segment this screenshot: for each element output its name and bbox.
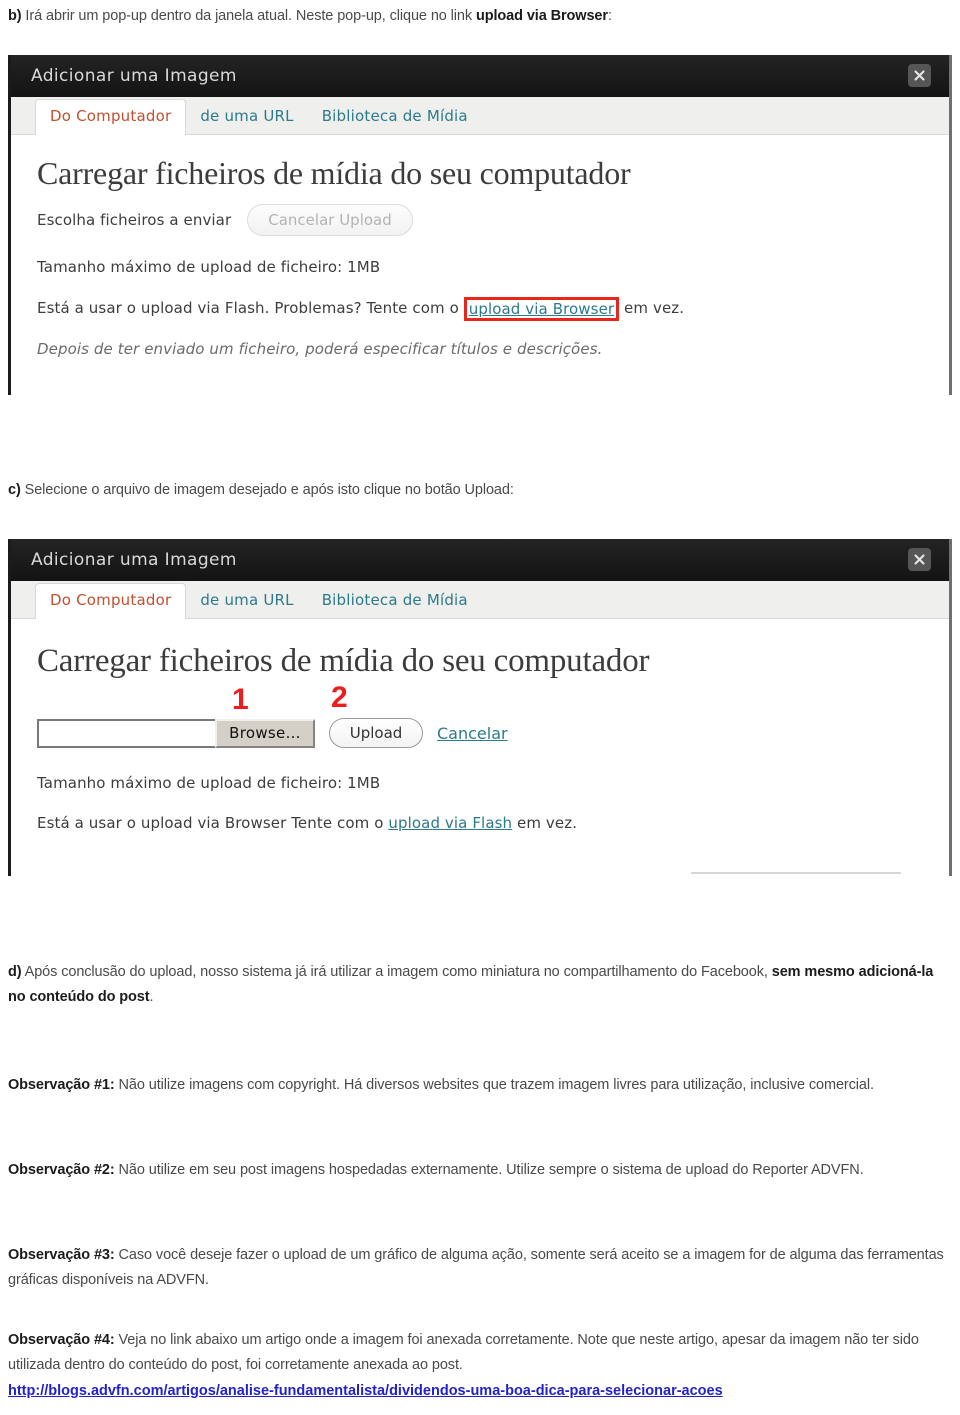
observacao-4: Observação #4: Veja no link abaixo um ar… xyxy=(8,1328,948,1378)
upload-via-browser-link[interactable]: upload via Browser xyxy=(469,300,614,318)
cancel-link[interactable]: Cancelar xyxy=(437,724,508,743)
step-b-marker: b) xyxy=(8,8,22,24)
step-d-paragraph: d) Após conclusão do upload, nosso siste… xyxy=(8,960,948,1010)
close-icon[interactable] xyxy=(908,548,931,571)
step-b-text-before: Irá abrir um pop-up dentro da janela atu… xyxy=(21,8,476,24)
observacao-3: Observação #3: Caso você deseje fazer o … xyxy=(8,1243,948,1293)
observacao-3-label: Observação #3: xyxy=(8,1247,115,1263)
close-icon[interactable] xyxy=(908,64,931,87)
observacao-2-text: Não utilize em seu post imagens hospedad… xyxy=(114,1162,864,1178)
upload-button[interactable]: Upload xyxy=(329,718,423,748)
upload-via-flash-link[interactable]: upload via Flash xyxy=(388,814,512,832)
max-upload-size-text: Tamanho máximo de upload de ficheiro: 1M… xyxy=(37,258,381,276)
step-d-text-before: Após conclusão do upload, nosso sistema … xyxy=(21,964,772,980)
tab-do-computador[interactable]: Do Computador xyxy=(35,583,187,619)
max-upload-size-text: Tamanho máximo de upload de ficheiro: 1M… xyxy=(37,774,381,792)
dialog-tabs: Do Computador de uma URL Biblioteca de M… xyxy=(11,581,949,619)
flash-notice-before: Está a usar o upload via Flash. Problema… xyxy=(37,299,464,317)
dialog-title: Adicionar uma Imagem xyxy=(31,66,237,86)
step-b-bold-link-name: upload via Browser xyxy=(475,8,608,24)
file-upload-row: Browse… Upload Cancelar xyxy=(37,718,949,748)
upload-footnote: Depois de ter enviado um ficheiro, poder… xyxy=(37,340,603,358)
callout-number-1: 1 xyxy=(232,683,249,716)
tab-biblioteca-de-midia[interactable]: Biblioteca de Mídia xyxy=(308,100,482,134)
step-c-text: Selecione o arquivo de imagem desejado e… xyxy=(20,482,514,498)
browser-notice: Está a usar o upload via Browser Tente c… xyxy=(37,814,949,832)
step-c-marker: c) xyxy=(8,482,21,498)
dialog-heading: Carregar ficheiros de mídia do seu compu… xyxy=(37,155,631,191)
dialog-titlebar: Adicionar uma Imagem xyxy=(11,539,949,581)
tab-biblioteca-de-midia[interactable]: Biblioteca de Mídia xyxy=(308,584,482,618)
dialog-body: Carregar ficheiros de mídia do seu compu… xyxy=(11,619,949,874)
dialog-body: Carregar ficheiros de mídia do seu compu… xyxy=(11,135,949,358)
observacao-4-label: Observação #4: xyxy=(8,1332,115,1348)
flash-notice: Está a usar o upload via Flash. Problema… xyxy=(37,296,949,321)
choose-files-row: Escolha ficheiros a enviar Cancelar Uplo… xyxy=(37,204,949,236)
observacao-1-label: Observação #1: xyxy=(8,1077,115,1093)
cancel-upload-button[interactable]: Cancelar Upload xyxy=(247,204,413,236)
add-image-dialog-flash: Adicionar uma Imagem Do Computador de um… xyxy=(8,55,952,395)
browser-notice-after: em vez. xyxy=(512,814,578,832)
dialog-titlebar: Adicionar uma Imagem xyxy=(11,55,949,97)
browse-button[interactable]: Browse… xyxy=(215,718,315,748)
step-c-paragraph: c) Selecione o arquivo de imagem desejad… xyxy=(8,478,948,503)
add-image-dialog-browser: Adicionar uma Imagem Do Computador de um… xyxy=(8,539,952,876)
observacao-3-text: Caso você deseje fazer o upload de um gr… xyxy=(8,1247,944,1288)
tab-de-uma-url[interactable]: de uma URL xyxy=(186,584,307,618)
dialog-tabs: Do Computador de uma URL Biblioteca de M… xyxy=(11,97,949,135)
article-link[interactable]: http://blogs.advfn.com/artigos/analise-f… xyxy=(8,1383,723,1399)
dialog-heading: Carregar ficheiros de mídia do seu compu… xyxy=(37,643,650,679)
flash-notice-after: em vez. xyxy=(619,299,685,317)
step-d-marker: d) xyxy=(8,964,22,980)
observacao-2-label: Observação #2: xyxy=(8,1162,115,1178)
divider xyxy=(691,872,901,874)
article-link-row: http://blogs.advfn.com/artigos/analise-f… xyxy=(8,1382,948,1400)
browser-notice-before: Está a usar o upload via Browser Tente c… xyxy=(37,814,389,832)
choose-files-label: Escolha ficheiros a enviar xyxy=(37,211,232,229)
step-b-text-after: : xyxy=(607,8,612,24)
step-b-paragraph: b) Irá abrir um pop-up dentro da janela … xyxy=(8,4,948,29)
observacao-1-text: Não utilize imagens com copyright. Há di… xyxy=(114,1077,875,1093)
step-d-text-after: . xyxy=(149,989,154,1005)
tab-do-computador[interactable]: Do Computador xyxy=(35,99,187,135)
dialog-title: Adicionar uma Imagem xyxy=(31,550,237,570)
file-path-input[interactable] xyxy=(37,718,215,748)
tab-de-uma-url[interactable]: de uma URL xyxy=(186,100,307,134)
callout-number-2: 2 xyxy=(331,681,348,714)
observacao-2: Observação #2: Não utilize em seu post i… xyxy=(8,1158,948,1183)
observacao-1: Observação #1: Não utilize imagens com c… xyxy=(8,1073,948,1098)
upload-via-browser-highlight: upload via Browser xyxy=(463,297,620,321)
observacao-4-text: Veja no link abaixo um artigo onde a ima… xyxy=(8,1332,919,1373)
